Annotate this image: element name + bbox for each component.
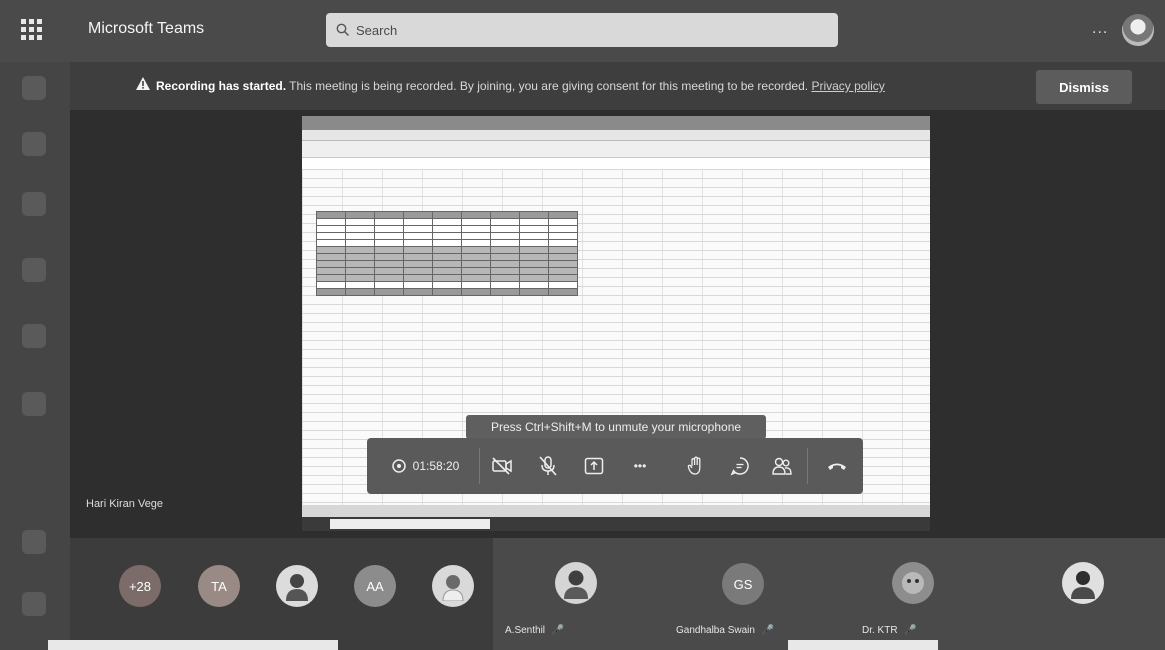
title-bar: Microsoft Teams Search ... <box>0 0 1165 62</box>
search-input[interactable]: Search <box>326 13 838 47</box>
participant-avatar: GS <box>722 563 764 605</box>
warning-icon <box>136 77 150 90</box>
camera-off-icon <box>492 457 512 475</box>
unmute-tooltip: Press Ctrl+Shift+M to unmute your microp… <box>466 415 766 439</box>
profile-avatar[interactable] <box>1122 14 1154 46</box>
apps-rail-icon[interactable] <box>22 530 46 554</box>
participant-avatar <box>1062 562 1104 604</box>
participant-name-text: Gandhalba Swain <box>676 625 755 636</box>
chat-icon <box>730 457 749 476</box>
person-photo-icon <box>442 575 464 601</box>
share-tray-icon <box>584 457 604 475</box>
excel-menu-bar <box>302 130 930 141</box>
person-photo-icon <box>286 574 308 601</box>
controls-divider <box>807 448 808 484</box>
microphone-button[interactable] <box>531 438 565 494</box>
presenter-name: Hari Kiran Vege <box>86 498 164 510</box>
meeting-timer: 01:58:20 <box>377 438 473 494</box>
more-icon: ••• <box>633 459 647 473</box>
hang-up-icon <box>828 463 846 470</box>
calendar-rail-icon[interactable] <box>22 258 46 282</box>
meeting-controls: 01:58:20 ••• <box>367 438 863 494</box>
controls-divider <box>479 448 480 484</box>
participant-avatar[interactable]: TA <box>198 565 240 607</box>
activity-icon[interactable] <box>22 76 46 100</box>
app-title: Microsoft Teams <box>88 20 205 37</box>
windows-taskbar <box>302 517 930 531</box>
participant-name: A.Senthil 🎤 <box>505 625 564 636</box>
timer-text: 01:58:20 <box>412 459 460 473</box>
taskbar-search <box>330 519 490 529</box>
bottom-edge-bar <box>48 640 338 650</box>
pivot-table <box>316 211 578 296</box>
app-launcher-icon[interactable] <box>18 16 44 42</box>
search-placeholder: Search <box>356 22 398 38</box>
privacy-policy-link[interactable]: Privacy policy <box>811 79 884 93</box>
help-rail-icon[interactable] <box>22 592 46 616</box>
banner-text: Recording has started. This meeting is b… <box>156 79 885 93</box>
more-options-button[interactable]: ... <box>1092 20 1108 38</box>
person-photo-icon <box>1071 571 1095 599</box>
chat-button[interactable] <box>723 438 757 494</box>
camera-button[interactable] <box>485 438 519 494</box>
participant-avatar[interactable] <box>276 565 318 607</box>
mic-icon: 🎤 <box>551 625 565 636</box>
teams-rail-icon[interactable] <box>22 192 46 216</box>
participant-initials: TA <box>211 578 227 594</box>
excel-ribbon <box>302 141 930 158</box>
participant-name-text: A.Senthil <box>505 625 546 636</box>
calls-rail-icon[interactable] <box>22 324 46 348</box>
search-icon <box>336 23 350 37</box>
participant-avatar[interactable] <box>432 565 474 607</box>
participant-avatar[interactable]: AA <box>354 565 396 607</box>
timer-icon <box>391 459 406 473</box>
mic-muted-icon <box>539 456 557 476</box>
leave-call-button[interactable] <box>817 438 857 494</box>
left-app-rail <box>0 62 70 650</box>
banner-bold-text: Recording has started. <box>156 79 287 93</box>
overflow-count: +28 <box>128 578 152 594</box>
bottom-edge-bar <box>788 640 938 650</box>
participants-icon <box>772 457 792 475</box>
more-actions-button[interactable]: ••• <box>623 438 657 494</box>
participant-initials: GS <box>733 576 753 592</box>
dismiss-button[interactable]: Dismiss <box>1036 70 1132 104</box>
share-content-button[interactable] <box>577 438 611 494</box>
overflow-participants-badge[interactable]: +28 <box>119 565 161 607</box>
participant-avatar <box>892 562 934 604</box>
participant-name: Dr. KTR 🎤 <box>862 625 917 636</box>
animal-photo-icon <box>902 572 924 594</box>
person-photo-icon <box>564 570 588 599</box>
mic-icon: 🎤 <box>904 625 917 636</box>
raise-hand-icon <box>687 456 701 475</box>
participant-name-text: Dr. KTR <box>862 625 898 636</box>
participant-name: Gandhalba Swain 🎤 <box>676 625 774 636</box>
chat-rail-icon[interactable] <box>22 132 46 156</box>
recording-banner: Recording has started. This meeting is b… <box>70 62 1165 110</box>
excel-status-bar <box>302 505 930 517</box>
participants-button[interactable] <box>765 438 799 494</box>
raise-hand-button[interactable] <box>679 438 713 494</box>
participant-initials: AA <box>366 578 384 594</box>
participant-avatar <box>555 562 597 604</box>
files-rail-icon[interactable] <box>22 392 46 416</box>
banner-body-text: This meeting is being recorded. By joini… <box>286 79 812 93</box>
mic-icon: 🎤 <box>761 625 775 636</box>
excel-title-bar <box>302 116 930 130</box>
